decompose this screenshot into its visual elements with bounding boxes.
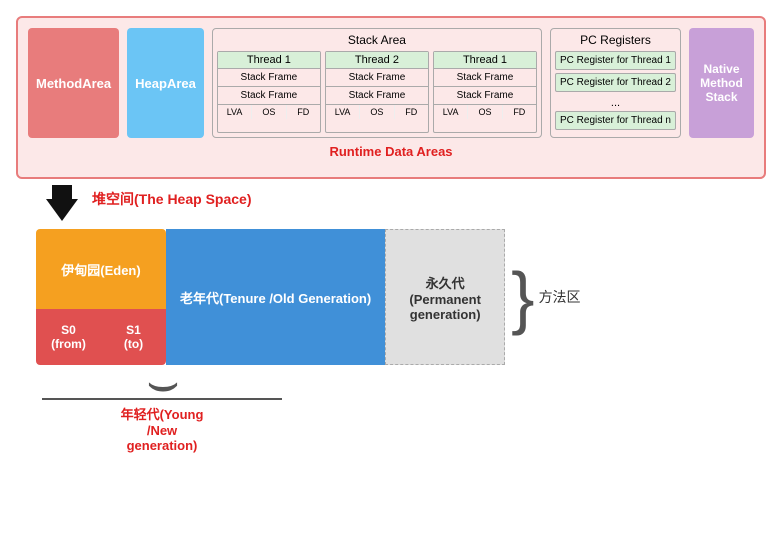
lva-row-3: LVA OS FD (434, 105, 536, 119)
stack-frame-1b: Stack Frame (218, 87, 320, 105)
thread-2-header: Thread 2 (326, 52, 428, 69)
stack-thread-col-3: Thread 1 Stack Frame Stack Frame LVA OS … (433, 51, 537, 133)
stack-frame-1a: Stack Frame (218, 69, 320, 87)
stack-area: Stack Area Thread 1 Stack Frame Stack Fr… (212, 28, 542, 138)
stack-frame-3b: Stack Frame (434, 87, 536, 105)
right-brace-symbol: } (511, 262, 534, 332)
runtime-data-areas: Method Area Heap Area Stack Area Thread … (16, 16, 766, 179)
arrow-head (46, 199, 78, 221)
pc-registers-label: PC Registers (555, 33, 676, 47)
pc-register-thread1: PC Register for Thread 1 (555, 51, 676, 70)
native-method-stack: NativeMethodStack (689, 28, 754, 138)
thread-3-header: Thread 1 (434, 52, 536, 69)
young-brace-line (42, 398, 282, 400)
heap-space-label: 堆空间(The Heap Space) (92, 189, 251, 209)
s0: S0(from) (36, 309, 101, 365)
pc-register-thread2: PC Register for Thread 2 (555, 73, 676, 92)
stack-area-label: Stack Area (217, 33, 537, 47)
arrow-block (46, 185, 78, 221)
fangfa-brace-area: } 方法区 (511, 229, 580, 365)
arrow-heap-section: 堆空间(The Heap Space) (46, 185, 766, 221)
pc-dots: ... (555, 97, 676, 109)
stack-thread-col-2: Thread 2 Stack Frame Stack Frame LVA OS … (325, 51, 429, 133)
lva-row-2: LVA OS FD (326, 105, 428, 119)
young-gen-label: 年轻代(Young/Newgeneration) (121, 404, 204, 453)
stack-thread-col-1: Thread 1 Stack Frame Stack Frame LVA OS … (217, 51, 321, 133)
pc-register-threadn: PC Register for Thread n (555, 111, 676, 130)
stack-frame-2b: Stack Frame (326, 87, 428, 105)
young-gen-brace-row: ⌣ 年轻代(Young/Newgeneration) (36, 367, 766, 453)
old-generation: 老年代(Tenure /Old Generation) (166, 229, 385, 365)
top-row: Method Area Heap Area Stack Area Thread … (28, 28, 754, 138)
fangfa-label: 方法区 (539, 287, 581, 307)
young-generation: 伊甸园(Eden) S0(from) S1(to) (36, 229, 166, 365)
method-area: Method Area (28, 28, 119, 138)
eden: 伊甸园(Eden) (36, 229, 166, 309)
heap-area: Heap Area (127, 28, 204, 138)
runtime-data-label: Runtime Data Areas (329, 144, 452, 159)
heap-diagram: 伊甸园(Eden) S0(from) S1(to) 老年代(Tenure /Ol… (36, 229, 766, 365)
pc-registers: PC Registers PC Register for Thread 1 PC… (550, 28, 681, 138)
lva-row-1: LVA OS FD (218, 105, 320, 119)
young-gen-brace: ⌣ 年轻代(Young/Newgeneration) (36, 367, 288, 453)
arrow-shaft (52, 185, 72, 199)
stack-threads: Thread 1 Stack Frame Stack Frame LVA OS … (217, 51, 537, 133)
stack-frame-2a: Stack Frame (326, 69, 428, 87)
young-bottom-brace: ⌣ (36, 367, 288, 398)
stack-frame-3a: Stack Frame (434, 69, 536, 87)
thread-1-header: Thread 1 (218, 52, 320, 69)
permanent-generation: 永久代(Permanentgeneration) (385, 229, 505, 365)
